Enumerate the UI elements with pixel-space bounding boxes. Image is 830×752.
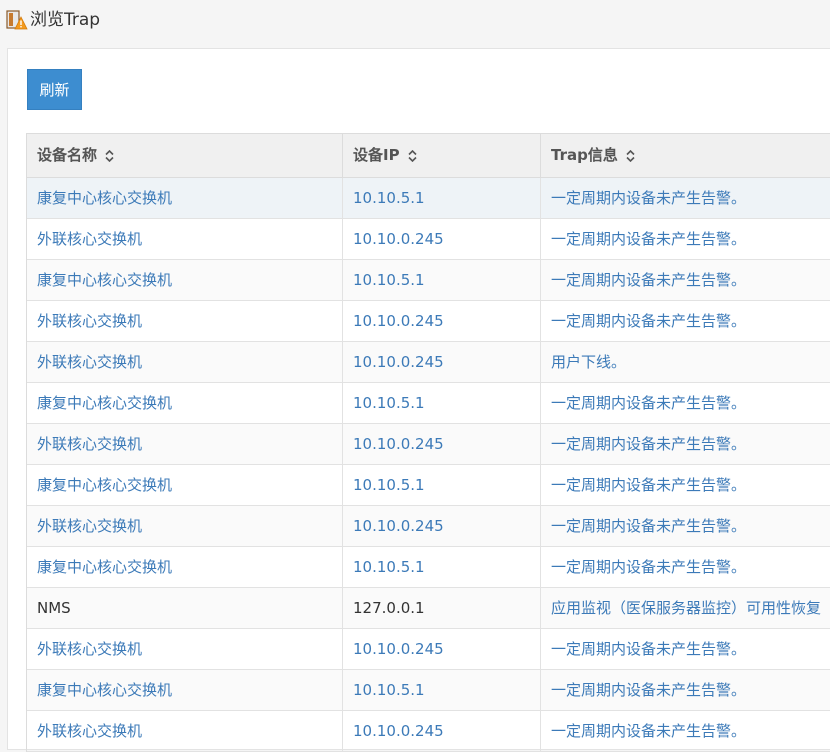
table-row[interactable]: 康复中心核心交换机 10.10.5.1 一定周期内设备未产生告警。: [27, 465, 830, 506]
table-row[interactable]: 外联核心交换机 10.10.0.245 一定周期内设备未产生告警。: [27, 711, 830, 752]
title-bar: 浏览Trap: [0, 0, 830, 40]
trap-info-cell[interactable]: 一定周期内设备未产生告警。: [541, 383, 830, 423]
device-ip-cell[interactable]: 10.10.0.245: [343, 629, 541, 669]
device-name-cell[interactable]: 外联核心交换机: [27, 629, 343, 669]
trap-info-cell[interactable]: 一定周期内设备未产生告警。: [541, 260, 830, 300]
refresh-button[interactable]: 刷新: [27, 69, 82, 110]
column-header-device-ip[interactable]: 设备IP: [343, 134, 541, 177]
table-row[interactable]: 康复中心核心交换机 10.10.5.1 一定周期内设备未产生告警。: [27, 383, 830, 424]
device-name-cell[interactable]: 外联核心交换机: [27, 424, 343, 464]
device-ip-cell[interactable]: 10.10.0.245: [343, 506, 541, 546]
table-row[interactable]: 康复中心核心交换机 10.10.5.1 一定周期内设备未产生告警。: [27, 178, 830, 219]
table-row[interactable]: 康复中心核心交换机 10.10.5.1 一定周期内设备未产生告警。: [27, 670, 830, 711]
table-row[interactable]: 外联核心交换机 10.10.0.245 一定周期内设备未产生告警。: [27, 219, 830, 260]
trap-warning-icon: [6, 10, 28, 30]
trap-table: 设备名称 设备IP Trap信息 康复中心核心交换机 10.10.5.1 一定周期内…: [26, 133, 830, 752]
trap-info-cell[interactable]: 一定周期内设备未产生告警。: [541, 424, 830, 464]
device-ip-cell[interactable]: 10.10.5.1: [343, 547, 541, 587]
table-row[interactable]: 外联核心交换机 10.10.0.245 一定周期内设备未产生告警。: [27, 506, 830, 547]
device-name-cell[interactable]: 康复中心核心交换机: [27, 670, 343, 710]
device-ip-cell[interactable]: 10.10.5.1: [343, 178, 541, 218]
trap-info-cell[interactable]: 一定周期内设备未产生告警。: [541, 670, 830, 710]
device-ip-cell[interactable]: 10.10.0.245: [343, 342, 541, 382]
sort-icon: [408, 149, 417, 162]
table-row[interactable]: 外联核心交换机 10.10.0.245 一定周期内设备未产生告警。: [27, 424, 830, 465]
device-name-cell[interactable]: 康复中心核心交换机: [27, 178, 343, 218]
device-name-cell[interactable]: 外联核心交换机: [27, 219, 343, 259]
sort-icon: [105, 149, 114, 162]
device-name-cell[interactable]: 康复中心核心交换机: [27, 465, 343, 505]
trap-info-cell[interactable]: 一定周期内设备未产生告警。: [541, 301, 830, 341]
device-ip-cell[interactable]: 10.10.0.245: [343, 424, 541, 464]
device-ip-cell[interactable]: 10.10.0.245: [343, 711, 541, 751]
trap-info-cell[interactable]: 一定周期内设备未产生告警。: [541, 178, 830, 218]
device-ip-cell[interactable]: 10.10.5.1: [343, 465, 541, 505]
table-row[interactable]: 康复中心核心交换机 10.10.5.1 一定周期内设备未产生告警。: [27, 260, 830, 301]
trap-info-cell[interactable]: 一定周期内设备未产生告警。: [541, 506, 830, 546]
device-ip-cell[interactable]: 10.10.0.245: [343, 301, 541, 341]
device-ip-cell[interactable]: 10.10.5.1: [343, 260, 541, 300]
column-header-trap-info[interactable]: Trap信息: [541, 134, 830, 177]
device-ip-cell[interactable]: 10.10.0.245: [343, 219, 541, 259]
table-row[interactable]: NMS 127.0.0.1 应用监视（医保服务器监控）可用性恢复: [27, 588, 830, 629]
device-ip-cell[interactable]: 10.10.5.1: [343, 670, 541, 710]
device-name-cell[interactable]: 外联核心交换机: [27, 301, 343, 341]
trap-info-cell[interactable]: 一定周期内设备未产生告警。: [541, 711, 830, 751]
table-body: 康复中心核心交换机 10.10.5.1 一定周期内设备未产生告警。 外联核心交换机 10…: [27, 178, 830, 752]
table-row[interactable]: 外联核心交换机 10.10.0.245 一定周期内设备未产生告警。: [27, 301, 830, 342]
column-header-label: 设备IP: [353, 146, 400, 164]
device-name-cell[interactable]: 康复中心核心交换机: [27, 383, 343, 423]
sort-icon: [626, 149, 635, 162]
table-row[interactable]: 康复中心核心交换机 10.10.5.1 一定周期内设备未产生告警。: [27, 547, 830, 588]
device-ip-cell: 127.0.0.1: [343, 588, 541, 628]
trap-info-cell[interactable]: 一定周期内设备未产生告警。: [541, 547, 830, 587]
table-row[interactable]: 外联核心交换机 10.10.0.245 用户下线。: [27, 342, 830, 383]
table-row[interactable]: 外联核心交换机 10.10.0.245 一定周期内设备未产生告警。: [27, 629, 830, 670]
device-name-cell[interactable]: 外联核心交换机: [27, 342, 343, 382]
trap-info-cell[interactable]: 用户下线。: [541, 342, 830, 382]
device-name-cell[interactable]: 康复中心核心交换机: [27, 260, 343, 300]
trap-info-cell[interactable]: 一定周期内设备未产生告警。: [541, 465, 830, 505]
column-header-device-name[interactable]: 设备名称: [27, 134, 343, 177]
window-title: 浏览Trap: [30, 10, 101, 30]
device-name-cell[interactable]: 外联核心交换机: [27, 711, 343, 751]
device-name-cell[interactable]: 外联核心交换机: [27, 506, 343, 546]
trap-info-cell[interactable]: 一定周期内设备未产生告警。: [541, 629, 830, 669]
device-ip-cell[interactable]: 10.10.5.1: [343, 383, 541, 423]
column-header-label: 设备名称: [37, 146, 98, 164]
device-name-cell[interactable]: 康复中心核心交换机: [27, 547, 343, 587]
trap-info-cell[interactable]: 一定周期内设备未产生告警。: [541, 219, 830, 259]
trap-info-cell[interactable]: 应用监视（医保服务器监控）可用性恢复: [541, 588, 830, 628]
device-name-cell: NMS: [27, 588, 343, 628]
table-header: 设备名称 设备IP Trap信息: [27, 134, 830, 178]
column-header-label: Trap信息: [551, 146, 618, 164]
